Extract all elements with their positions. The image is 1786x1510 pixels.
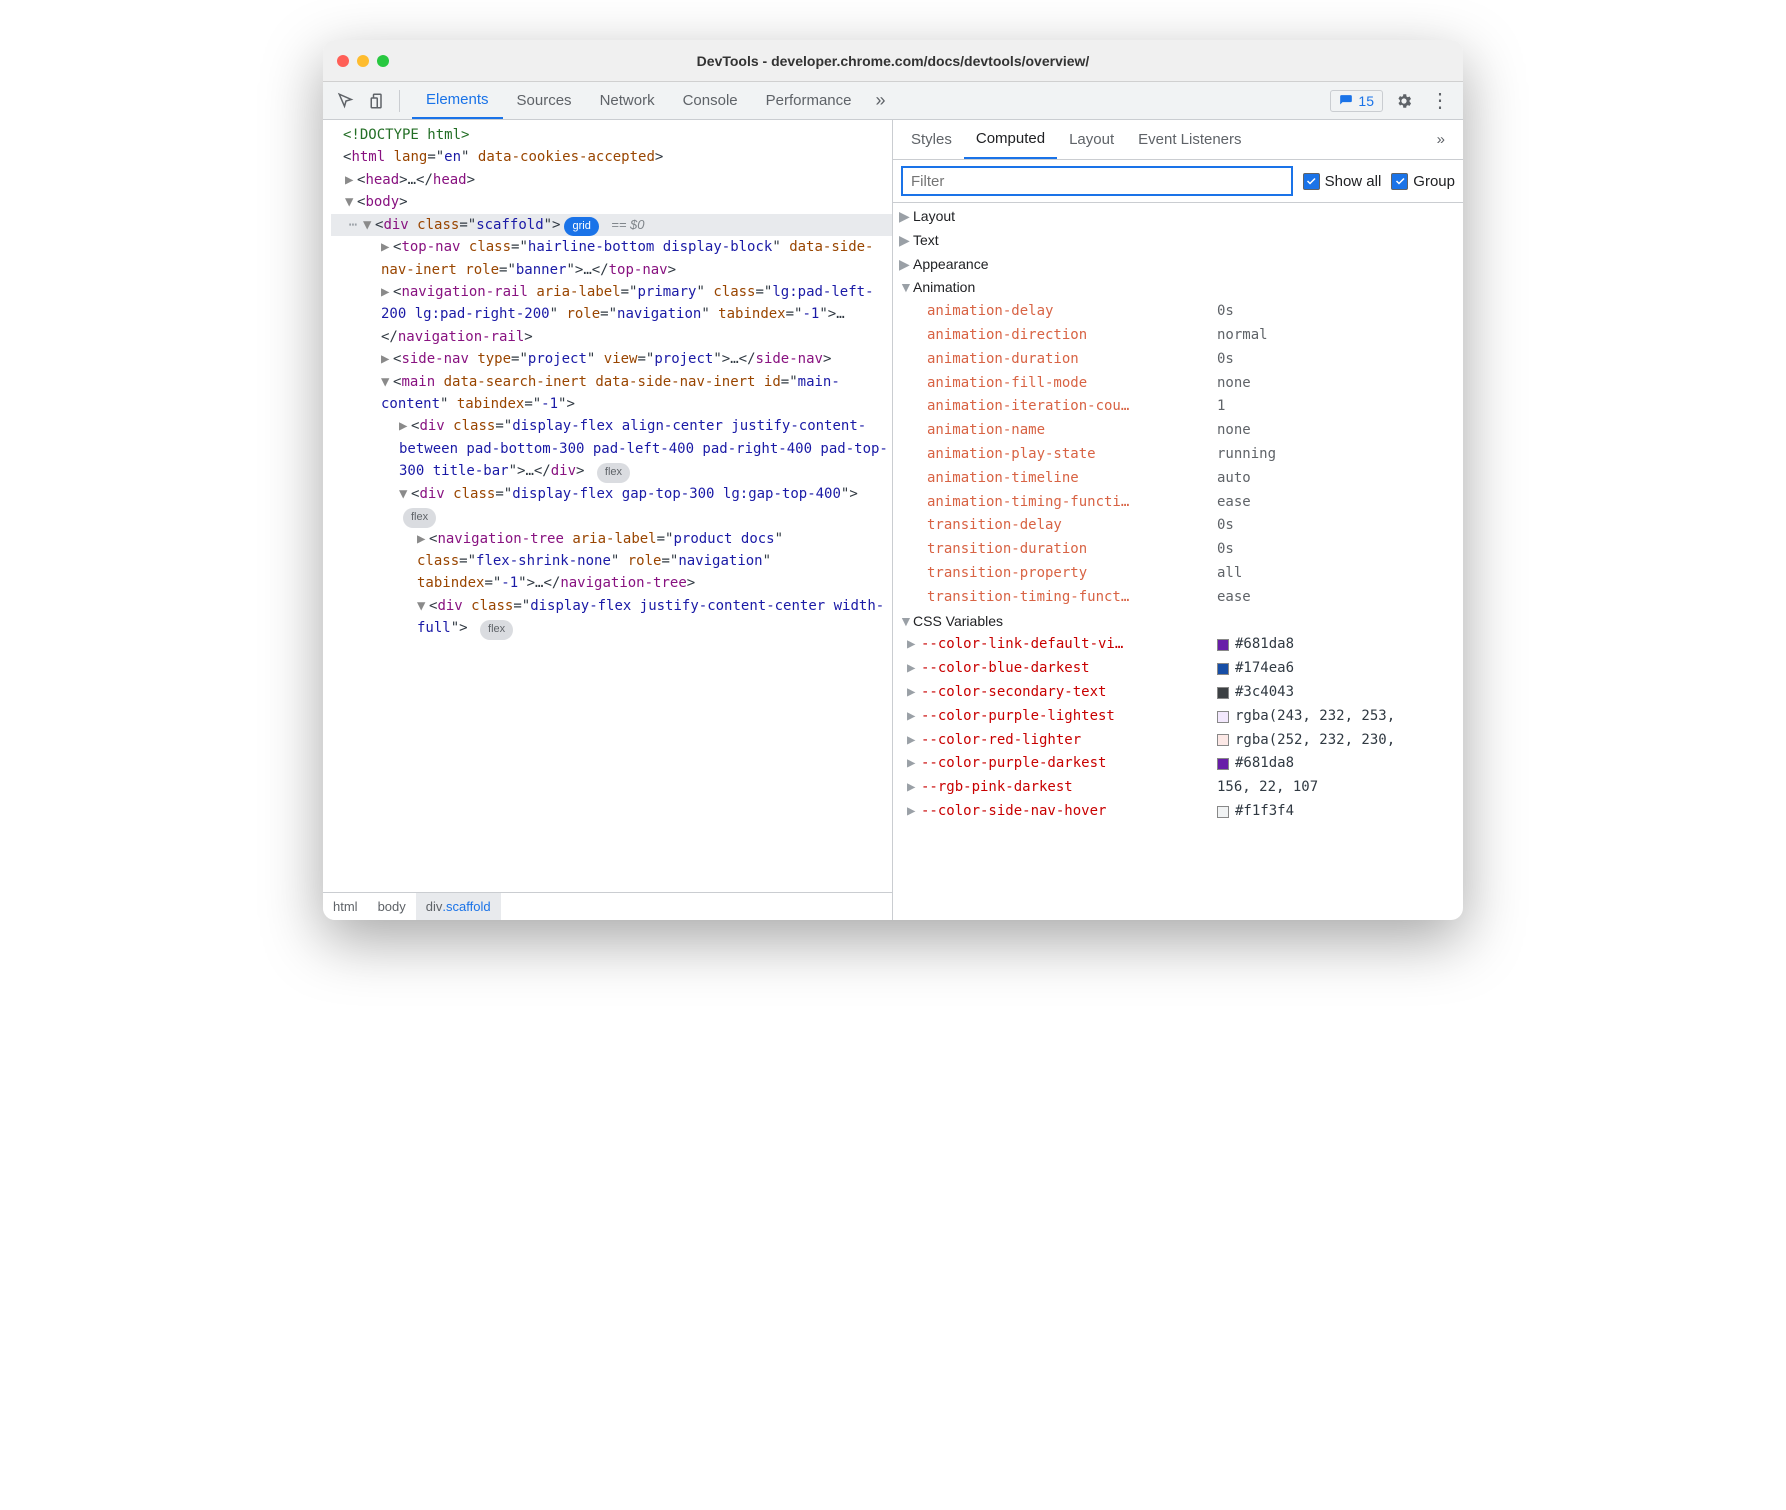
computed-property[interactable]: animation-timing-functi…ease [893, 491, 1463, 515]
tab-console[interactable]: Console [669, 82, 752, 119]
main-split: <!DOCTYPE html><html lang="en" data-cook… [323, 120, 1463, 920]
computed-property[interactable]: transition-timing-funct…ease [893, 586, 1463, 610]
toolbar-left [323, 86, 412, 116]
subtab-event-listeners[interactable]: Event Listeners [1126, 120, 1253, 159]
dom-node[interactable]: ▼<body> [331, 191, 892, 213]
computed-property[interactable]: animation-timelineauto [893, 467, 1463, 491]
issues-count: 15 [1358, 93, 1374, 109]
dom-node[interactable]: <!DOCTYPE html> [331, 124, 892, 146]
devtools-window: DevTools - developer.chrome.com/docs/dev… [323, 40, 1463, 920]
gear-icon[interactable] [1389, 86, 1419, 116]
computed-property[interactable]: transition-duration0s [893, 538, 1463, 562]
filter-input[interactable] [901, 166, 1293, 196]
computed-property[interactable]: animation-duration0s [893, 348, 1463, 372]
dom-node[interactable]: ⋯▼<div class="scaffold">grid == $0 [331, 214, 892, 237]
tab-performance[interactable]: Performance [752, 82, 866, 119]
computed-property[interactable]: animation-play-staterunning [893, 443, 1463, 467]
computed-property[interactable]: transition-propertyall [893, 562, 1463, 586]
group-appearance[interactable]: ▶Appearance [893, 253, 1463, 277]
separator [399, 90, 400, 112]
css-variable[interactable]: ▶--color-purple-lightestrgba(243, 232, 2… [893, 705, 1463, 729]
kebab-icon[interactable]: ⋮ [1425, 86, 1455, 116]
subtab-styles[interactable]: Styles [899, 120, 964, 159]
css-variable[interactable]: ▶--color-purple-darkest#681da8 [893, 752, 1463, 776]
panel-tabs: ElementsSourcesNetworkConsolePerformance… [323, 82, 1463, 120]
dom-tree[interactable]: <!DOCTYPE html><html lang="en" data-cook… [323, 120, 892, 892]
css-variable[interactable]: ▶--color-red-lighterrgba(252, 232, 230, [893, 729, 1463, 753]
dom-node[interactable]: ▶<navigation-rail aria-label="primary" c… [331, 281, 892, 348]
more-tabs-icon[interactable]: » [866, 86, 896, 116]
device-mode-icon[interactable] [363, 86, 393, 116]
sidebar-panel: StylesComputedLayoutEvent Listeners » Sho… [893, 120, 1463, 920]
dom-node[interactable]: ▶<navigation-tree aria-label="product do… [331, 528, 892, 595]
subtab-computed[interactable]: Computed [964, 120, 1057, 159]
tab-elements[interactable]: Elements [412, 82, 503, 119]
css-variable[interactable]: ▶--color-link-default-vi…#681da8 [893, 633, 1463, 657]
breadcrumb[interactable]: htmlbodydiv.scaffold [323, 892, 892, 920]
css-variable[interactable]: ▶--rgb-pink-darkest156, 22, 107 [893, 776, 1463, 800]
group-layout[interactable]: ▶Layout [893, 205, 1463, 229]
computed-property[interactable]: animation-iteration-cou…1 [893, 395, 1463, 419]
tab-network[interactable]: Network [586, 82, 669, 119]
issues-button[interactable]: 15 [1330, 90, 1383, 112]
dom-node[interactable]: ▼<main data-search-inert data-side-nav-i… [331, 371, 892, 416]
css-variable[interactable]: ▶--color-secondary-text#3c4043 [893, 681, 1463, 705]
crumb-body[interactable]: body [368, 893, 416, 920]
tab-sources[interactable]: Sources [503, 82, 586, 119]
computed-property[interactable]: animation-delay0s [893, 300, 1463, 324]
elements-panel: <!DOCTYPE html><html lang="en" data-cook… [323, 120, 893, 920]
filter-row: Show all Group [893, 160, 1463, 203]
subtab-layout[interactable]: Layout [1057, 120, 1126, 159]
computed-property[interactable]: animation-namenone [893, 419, 1463, 443]
sidebar-tabs: StylesComputedLayoutEvent Listeners » [893, 120, 1463, 160]
dom-node[interactable]: ▶<top-nav class="hairline-bottom display… [331, 236, 892, 281]
crumb-html[interactable]: html [323, 893, 368, 920]
crumb-div[interactable]: div.scaffold [416, 893, 501, 920]
dom-node[interactable]: ▶<side-nav type="project" view="project"… [331, 348, 892, 370]
window-titlebar: DevTools - developer.chrome.com/docs/dev… [323, 40, 1463, 82]
window-title: DevTools - developer.chrome.com/docs/dev… [323, 53, 1463, 69]
computed-property[interactable]: transition-delay0s [893, 514, 1463, 538]
group-css-variables[interactable]: ▼CSS Variables [893, 610, 1463, 634]
show-all-checkbox[interactable]: Show all [1303, 173, 1382, 190]
computed-property[interactable]: animation-fill-modenone [893, 372, 1463, 396]
css-variable[interactable]: ▶--color-side-nav-hover#f1f3f4 [893, 800, 1463, 824]
group-animation[interactable]: ▼Animation [893, 276, 1463, 300]
dom-node[interactable]: ▶<head>…</head> [331, 169, 892, 191]
css-variable[interactable]: ▶--color-blue-darkest#174ea6 [893, 657, 1463, 681]
dom-node[interactable]: ▶<div class="display-flex align-center j… [331, 415, 892, 482]
computed-list[interactable]: ▶Layout▶Text▶Appearance▼Animationanimati… [893, 203, 1463, 920]
more-subtabs-icon[interactable]: » [1425, 120, 1457, 159]
dom-node[interactable]: <html lang="en" data-cookies-accepted> [331, 146, 892, 168]
computed-property[interactable]: animation-directionnormal [893, 324, 1463, 348]
group-text[interactable]: ▶Text [893, 229, 1463, 253]
toolbar-right: 15 ⋮ [1330, 86, 1463, 116]
dom-node[interactable]: ▼<div class="display-flex justify-conten… [331, 595, 892, 640]
inspect-icon[interactable] [331, 86, 361, 116]
dom-node[interactable]: ▼<div class="display-flex gap-top-300 lg… [331, 483, 892, 528]
group-checkbox[interactable]: Group [1391, 173, 1455, 190]
